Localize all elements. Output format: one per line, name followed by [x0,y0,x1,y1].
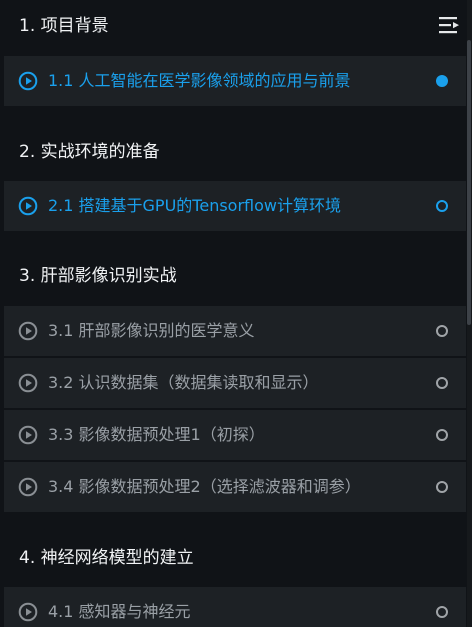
status-dot [436,200,448,212]
lesson-label: 1.1 人工智能在医学影像领域的应用与前景 [48,71,351,90]
lesson-1-1[interactable]: 1.1 人工智能在医学影像领域的应用与前景 [4,56,466,106]
status-dot [436,481,448,493]
course-outline-panel: 1. 项目背景 1.1 人工智能在医学影像领域的应用与前景 2. 实战环境的准备… [0,0,472,627]
chapter-title-1: 1. 项目背景 [19,16,109,36]
lesson-label: 3.2 认识数据集（数据集读取和显示） [48,373,319,392]
status-dot [436,75,448,87]
lesson-3-3[interactable]: 3.3 影像数据预处理1（初探） [4,410,466,460]
play-circle-icon [18,196,38,216]
chapter-title-3: 3. 肝部影像识别实战 [19,266,177,286]
lesson-3-4[interactable]: 3.4 影像数据预处理2（选择滤波器和调参） [4,462,466,512]
status-dot [436,606,448,618]
status-dot [436,325,448,337]
menu-list-icon[interactable] [438,16,460,34]
status-dot [436,377,448,389]
lesson-3-1[interactable]: 3.1 肝部影像识别的医学意义 [4,306,466,356]
play-circle-icon [18,71,38,91]
play-circle-icon [18,321,38,341]
lesson-label: 4.1 感知器与神经元 [48,602,191,621]
chapter-title-2: 2. 实战环境的准备 [19,142,160,162]
lesson-label: 3.4 影像数据预处理2（选择滤波器和调参） [48,477,361,496]
lesson-label: 3.3 影像数据预处理1（初探） [48,425,265,444]
lesson-2-1[interactable]: 2.1 搭建基于GPU的Tensorflow计算环境 [4,181,466,231]
play-circle-icon [18,425,38,445]
status-dot [436,429,448,441]
chapter-title-4: 4. 神经网络模型的建立 [19,548,194,568]
play-circle-icon [18,477,38,497]
play-circle-icon [18,602,38,622]
play-circle-icon [18,373,38,393]
lesson-label: 3.1 肝部影像识别的医学意义 [48,321,255,340]
lesson-3-2[interactable]: 3.2 认识数据集（数据集读取和显示） [4,358,466,408]
scrollbar-track[interactable] [467,0,472,627]
lesson-4-1[interactable]: 4.1 感知器与神经元 [4,587,466,627]
lesson-label: 2.1 搭建基于GPU的Tensorflow计算环境 [48,196,341,215]
scrollbar-thumb[interactable] [467,40,471,325]
